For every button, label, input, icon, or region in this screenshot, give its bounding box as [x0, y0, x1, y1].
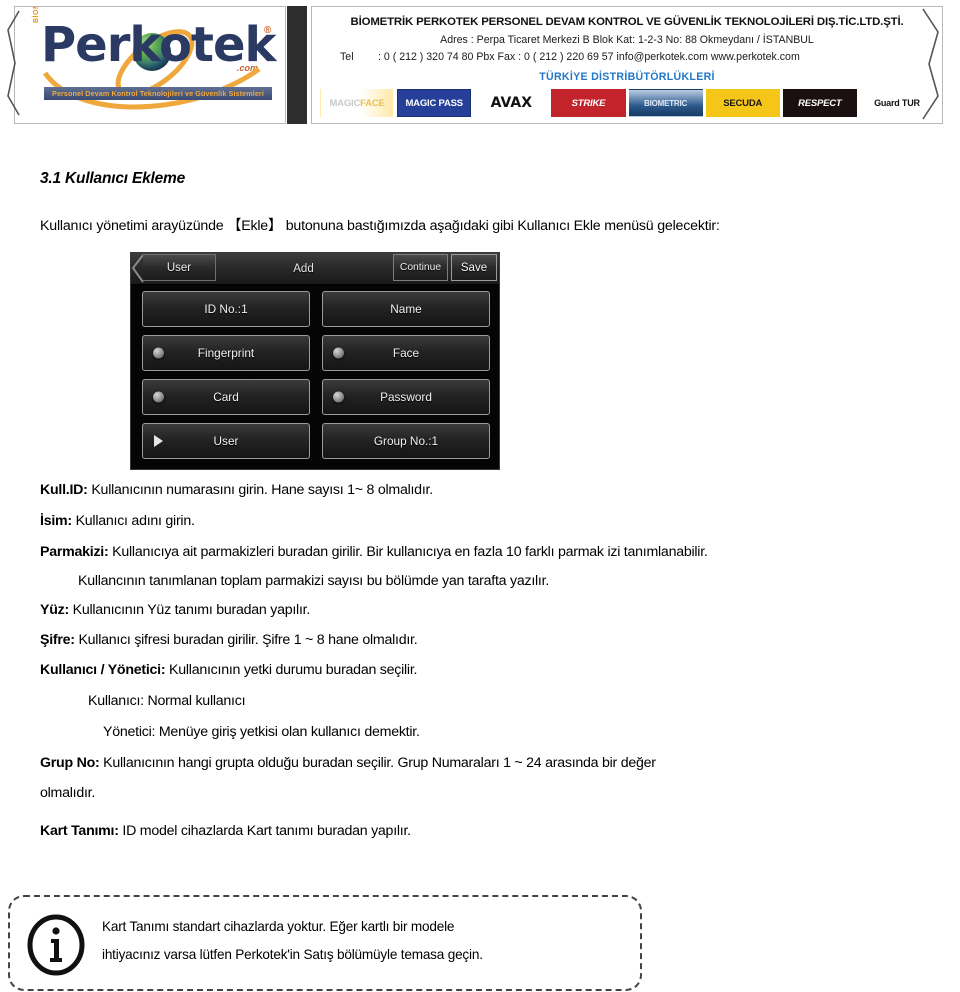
paragraph-sifre: Şifre: Kullanıcı şifresi buradan girilir…: [40, 632, 935, 649]
paragraph-grup-no-cont: olmalıdır.: [40, 785, 96, 801]
device-field-password[interactable]: Password: [322, 379, 490, 415]
device-field-label: Card: [213, 390, 239, 404]
device-field-label: Group No.:1: [373, 434, 439, 448]
paragraph-label: Kull.ID:: [40, 482, 88, 498]
device-field-id-no[interactable]: ID No.:1: [142, 291, 310, 327]
device-field-label: Face: [392, 346, 420, 360]
section-intro-text: Kullanıcı yönetimi arayüzünde 【Ekle】 but…: [40, 218, 720, 234]
device-screen-title: Add: [293, 262, 314, 275]
brand-logo-secuda: SECUDA: [705, 89, 780, 117]
paragraph-text: Kullanıcının Yüz tanımı buradan yapılır.: [68, 602, 311, 618]
logo-wordmark: Perkotek: [41, 17, 276, 73]
paragraph-text: Kullanıcı adını girin.: [71, 513, 195, 529]
perkotek-logo-panel: BİOMETRİK Perkotek ® .com Personel Devam…: [14, 6, 286, 124]
device-field-label: Password: [380, 390, 432, 404]
status-dot-icon: [333, 391, 344, 403]
logo-vertical-biometrik-text: BİOMETRİK: [33, 7, 40, 23]
logo-tagline: Personel Devam Kontrol Teknolojileri ve …: [44, 87, 272, 100]
status-dot-icon: [333, 347, 344, 359]
paragraph-text: Kullanıcının numarasını girin. Hane sayı…: [87, 482, 433, 498]
brand-magic-face-part2: FACE: [360, 97, 385, 109]
device-top-bar: User Add Continue Save: [131, 253, 499, 285]
company-address: Adres : Perpa Ticaret Merkezi B Blok Kat…: [440, 34, 814, 46]
play-triangle-icon: [154, 435, 163, 447]
paragraph-isim: İsim: Kullanıcı adını girin.: [40, 513, 935, 530]
device-field-face[interactable]: Face: [322, 335, 490, 371]
paragraph-parmakizi-sub: Kullancının tanımlanan toplam parmakizi …: [78, 573, 550, 589]
info-note-box: Kart Tanımı standart cihazlarda yoktur. …: [8, 895, 642, 991]
paragraph-kullanici-definition: Kullanıcı: Normal kullanıcı: [88, 693, 246, 709]
paragraph-kart-tanimi: Kart Tanımı: ID model cihazlarda Kart ta…: [40, 823, 935, 840]
paragraph-text: Kullanıcının hangi grupta olduğu buradan…: [99, 755, 656, 771]
header-bracket-right-decoration: [922, 8, 939, 120]
info-icon: [27, 914, 85, 976]
distributor-logo-row: MAGIC FACE MAGIC PASS AVAX STRIKE BIOMET…: [320, 89, 934, 117]
company-title: BİOMETRİK PERKOTEK PERSONEL DEVAM KONTRO…: [350, 16, 904, 28]
brand-guard-tour-part1: Guard T: [874, 98, 908, 108]
device-field-label: ID No.:1: [204, 302, 248, 316]
device-field-name[interactable]: Name: [322, 291, 490, 327]
section-heading: 3.1 Kullanıcı Ekleme: [40, 170, 186, 187]
header-divider-bar: [287, 6, 307, 124]
info-note-line-1: Kart Tanımı standart cihazlarda yoktur. …: [102, 919, 455, 934]
paragraph-kull-id: Kull.ID: Kullanıcının numarasını girin. …: [40, 482, 935, 499]
device-field-fingerprint[interactable]: Fingerprint: [142, 335, 310, 371]
status-dot-icon: [153, 347, 164, 359]
brand-logo-strike: STRIKE: [551, 89, 626, 117]
device-field-grid: ID No.:1 Name Fingerprint Face Card Pass…: [142, 291, 490, 459]
brand-logo-respect: RESPECT: [782, 89, 857, 117]
device-field-label: User: [213, 434, 239, 448]
brand-logo-magic-pass: MAGIC PASS: [397, 89, 472, 117]
device-field-user-role[interactable]: User: [142, 423, 310, 459]
device-continue-button[interactable]: Continue: [393, 254, 448, 281]
company-info-panel: BİOMETRİK PERKOTEK PERSONEL DEVAM KONTRO…: [311, 6, 943, 124]
paragraph-kullanici-yonetici: Kullanıcı / Yönetici: Kullanıcının yetki…: [40, 662, 935, 679]
brand-logo-avax: AVAX: [474, 89, 549, 117]
brand-magic-face-part1: MAGIC: [329, 97, 361, 109]
paragraph-yuz: Yüz: Kullanıcının Yüz tanımı buradan yap…: [40, 602, 935, 619]
logo-registered-mark: ®: [264, 25, 272, 36]
brand-guard-tour-part2: UR: [907, 98, 920, 108]
company-contact-line: Tel : 0 ( 212 ) 320 74 80 Pbx Fax : 0 ( 2…: [340, 51, 800, 63]
device-save-button[interactable]: Save: [451, 254, 497, 281]
device-field-label: Fingerprint: [197, 346, 255, 360]
paragraph-label: Grup No:: [40, 755, 100, 771]
device-back-user-button[interactable]: User: [143, 254, 216, 281]
paragraph-text: Kullanıcı şifresi buradan girilir. Şifre…: [74, 632, 418, 648]
paragraph-label: Yüz:: [40, 602, 69, 618]
paragraph-label: Parmakizi:: [40, 544, 109, 560]
logo-com-mark: .com: [237, 63, 259, 73]
paragraph-text: Kullanıcının yetki durumu buradan seçili…: [165, 662, 418, 678]
brand-logo-magic-face: MAGIC FACE: [320, 89, 395, 117]
header-bracket-left-decoration: [7, 10, 20, 116]
distributors-title: TÜRKİYE DİSTRİBÜTÖRLÜKLERİ: [539, 71, 715, 83]
paragraph-grup-no: Grup No: Kullanıcının hangi grupta olduğ…: [40, 755, 935, 772]
paragraph-text: Kullanıcıya ait parmakizleri buradan gir…: [108, 544, 708, 560]
paragraph-yonetici-definition: Yönetici: Menüye giriş yetkisi olan kull…: [103, 724, 420, 740]
page-header: BİOMETRİK Perkotek ® .com Personel Devam…: [0, 0, 960, 130]
paragraph-label: Kart Tanımı:: [40, 823, 119, 839]
device-field-label: Name: [390, 302, 422, 316]
status-dot-icon: [153, 391, 164, 403]
company-tel-label: Tel: [340, 51, 354, 63]
device-field-card[interactable]: Card: [142, 379, 310, 415]
device-field-group-no[interactable]: Group No.:1: [322, 423, 490, 459]
info-note-line-2: ihtiyacınız varsa lütfen Perkotek'in Sat…: [102, 946, 483, 962]
paragraph-label: İsim:: [40, 513, 72, 529]
company-tel-value: : 0 ( 212 ) 320 74 80 Pbx Fax : 0 ( 212 …: [378, 51, 800, 63]
paragraph-label: Kullanıcı / Yönetici:: [40, 662, 166, 678]
paragraph-text: ID model cihazlarda Kart tanımı buradan …: [118, 823, 411, 839]
paragraph-label: Şifre:: [40, 632, 75, 648]
paragraph-parmakizi: Parmakizi: Kullanıcıya ait parmakizleri …: [40, 544, 935, 561]
brand-logo-biometric: BIOMETRIC: [628, 89, 703, 117]
info-note-text: Kart Tanımı standart cihazlarda yoktur. …: [102, 913, 630, 969]
device-add-user-screenshot: User Add Continue Save ID No.:1 Name Fin…: [130, 252, 500, 470]
